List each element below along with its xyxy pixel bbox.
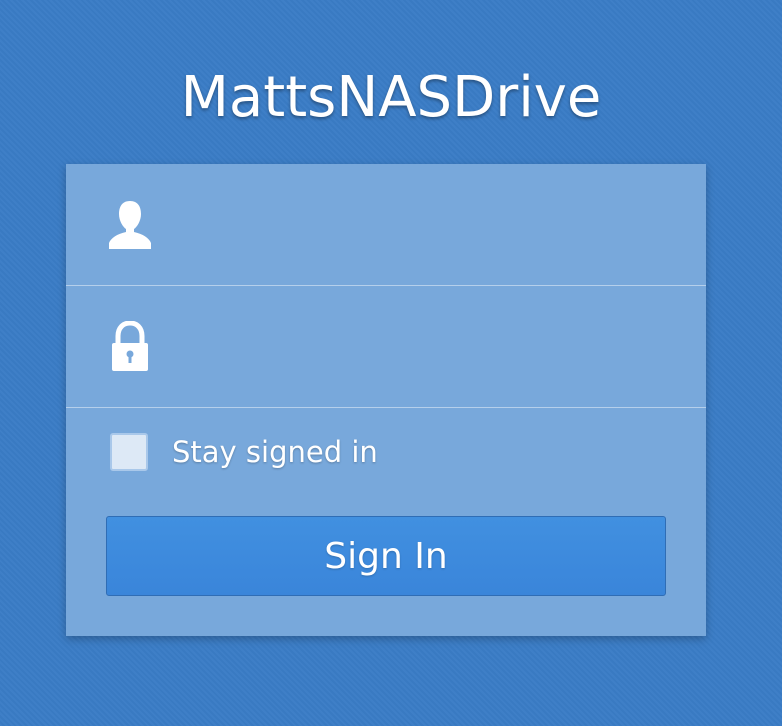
username-input[interactable] (176, 194, 680, 256)
lock-icon (108, 321, 152, 373)
sign-in-button[interactable]: Sign In (106, 516, 666, 596)
password-input[interactable] (176, 316, 680, 378)
login-panel: Stay signed in Sign In (66, 164, 706, 636)
stay-signed-in-checkbox[interactable] (110, 433, 148, 471)
user-icon (108, 199, 152, 251)
app-title: MattsNASDrive (180, 65, 602, 130)
password-row (66, 286, 706, 408)
stay-signed-in-label[interactable]: Stay signed in (172, 435, 378, 469)
username-row (66, 164, 706, 286)
sign-in-button-label: Sign In (324, 535, 448, 577)
stay-signed-in-row: Stay signed in (110, 432, 378, 472)
